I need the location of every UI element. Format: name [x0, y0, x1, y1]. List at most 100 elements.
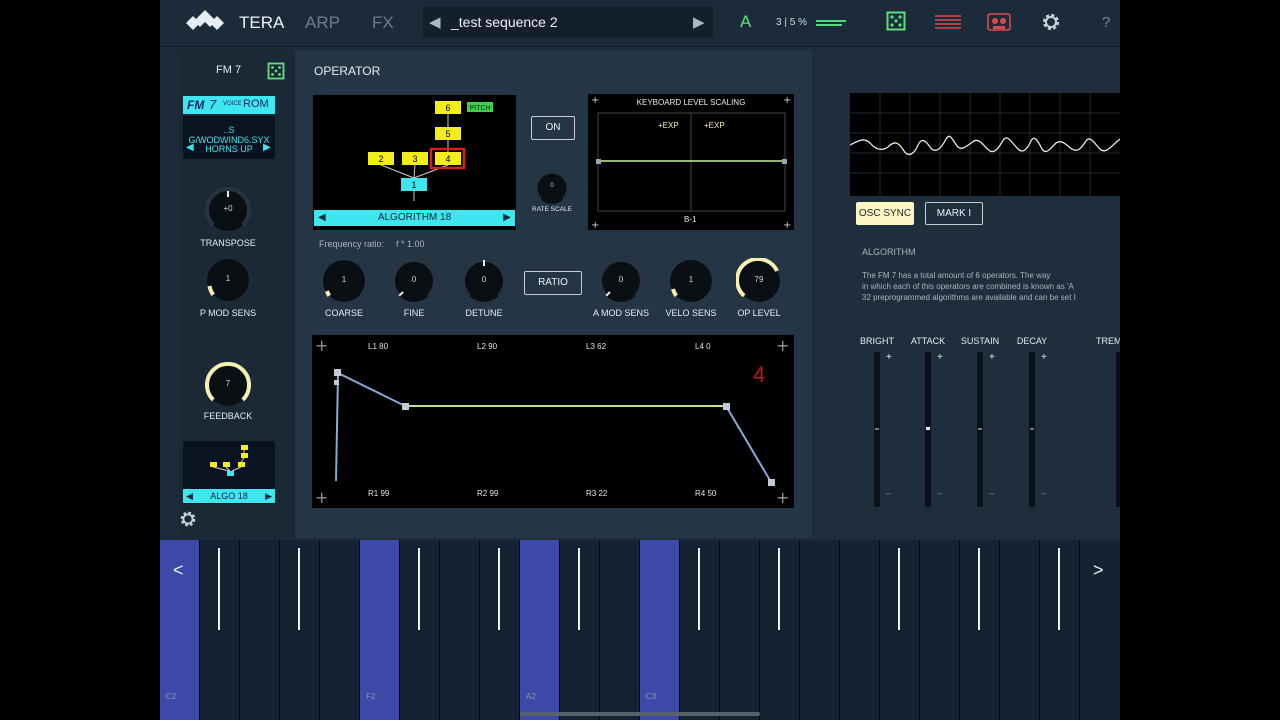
decay-label: DECAY — [1016, 336, 1048, 346]
algorithm-selector[interactable]: ◀ ALGORITHM 18 ▶ — [314, 210, 515, 226]
key-label-a2: A2 — [526, 692, 536, 701]
algo-next-icon[interactable]: ▶ — [265, 489, 272, 503]
app-name[interactable]: TERA — [239, 13, 284, 33]
operator-3: 3 — [412, 154, 417, 164]
op-level-knob[interactable]: 79 — [735, 257, 782, 304]
feedback-value: 7 — [225, 379, 231, 388]
osc-sync-button[interactable]: OSC SYNC — [856, 202, 914, 225]
key[interactable] — [1000, 540, 1040, 720]
tera-logo-icon[interactable] — [182, 8, 228, 38]
coarse-knob[interactable]: 1 — [321, 258, 367, 304]
velo-sens-knob[interactable]: 1 — [668, 258, 714, 304]
key[interactable] — [800, 540, 840, 720]
dice-icon[interactable] — [886, 11, 906, 31]
fine-knob[interactable]: 0 — [391, 257, 437, 304]
key[interactable]: F2 — [360, 540, 400, 720]
svg-text:+: + — [591, 95, 599, 106]
sequence-selector[interactable]: ◀ _test sequence 2 ▶ — [423, 7, 713, 38]
key[interactable] — [600, 540, 640, 720]
key[interactable] — [400, 540, 440, 720]
pmod-sens-knob[interactable]: 1 — [205, 257, 251, 303]
key[interactable] — [680, 540, 720, 720]
detune-knob[interactable]: 0 — [461, 257, 507, 304]
oscilloscope-wave — [849, 93, 1120, 196]
key[interactable] — [920, 540, 960, 720]
key[interactable] — [720, 540, 760, 720]
trem-fader[interactable] — [1116, 352, 1120, 507]
keyboard[interactable]: < C2 F2 A2 C3 > — [160, 540, 1120, 720]
ab-toggle[interactable]: A — [740, 12, 751, 32]
ratio-button[interactable]: RATIO — [524, 271, 582, 295]
key[interactable] — [480, 540, 520, 720]
preset-next-icon[interactable]: ▶ — [263, 142, 271, 153]
help-button[interactable]: ? — [1102, 14, 1110, 31]
key[interactable] — [280, 540, 320, 720]
key[interactable]: A2 — [520, 540, 560, 720]
lines-icon[interactable] — [935, 14, 961, 30]
env-rate-1: R1 99 — [368, 489, 390, 498]
key[interactable] — [440, 540, 480, 720]
preset-prev-icon[interactable]: ◀ — [186, 142, 194, 153]
decay-fader-thumb[interactable] — [1030, 428, 1034, 430]
engine-column: FM 7 FM 7 VOICE ROM ..S G/WODWIND6.SYX ◀… — [178, 50, 295, 538]
keyboard-level-scaling[interactable]: KEYBOARD LEVEL SCALING + + + + +EXP +EXP… — [588, 94, 794, 230]
key[interactable]: C3 — [640, 540, 680, 720]
key[interactable] — [760, 540, 800, 720]
algorithm-prev-icon[interactable]: ◀ — [318, 210, 326, 226]
bright-fader-thumb[interactable] — [875, 428, 879, 430]
dice-icon[interactable] — [267, 62, 285, 80]
algorithm-display: 6 PITCH 5 2 3 4 1 ◀ ALGORITHM 18 ▶ — [313, 95, 516, 230]
pmod-sens-value: 1 — [225, 274, 231, 283]
right-panel: OSC SYNC MARK I ALGORITHM The FM 7 has a… — [812, 50, 1120, 538]
env-level-2: L2 90 — [477, 342, 498, 351]
algo-mini-label: ALGO 18 — [210, 491, 248, 501]
key[interactable] — [840, 540, 880, 720]
gear-icon[interactable] — [178, 509, 198, 529]
attack-label: ATTACK — [910, 336, 946, 346]
env-level-1: L1 80 — [368, 342, 389, 351]
sustain-fader-thumb[interactable] — [978, 428, 982, 430]
frequency-ratio-label: Frequency ratio: — [319, 239, 385, 249]
algorithm-next-icon[interactable]: ▶ — [503, 210, 511, 226]
transpose-knob[interactable]: +0 — [205, 186, 251, 233]
envelope-editor[interactable]: + + + + L1 80 L2 90 L3 62 L4 0 R1 99 R2 … — [312, 335, 794, 508]
algo-mini-selector[interactable]: ◀ ALGO 18 ▶ — [183, 489, 275, 503]
key[interactable] — [200, 540, 240, 720]
attack-fader-thumb[interactable] — [926, 427, 930, 430]
info-line-3: 32 preprogrammed algorithms are availabl… — [862, 293, 1076, 302]
amod-sens-knob[interactable]: 0 — [598, 257, 644, 304]
key[interactable] — [560, 540, 600, 720]
sequence-name: _test sequence 2 — [451, 14, 558, 30]
feedback-knob[interactable]: 7 — [205, 361, 251, 408]
tape-icon[interactable] — [987, 12, 1011, 32]
key-marker — [498, 548, 500, 630]
kls-graph: + + + + — [591, 95, 791, 230]
tab-fx[interactable]: FX — [372, 13, 394, 33]
key[interactable] — [880, 540, 920, 720]
operator-title: OPERATOR — [314, 64, 381, 78]
algorithm-diagram: 6 PITCH 5 2 3 4 1 — [368, 101, 493, 201]
operator-on-button[interactable]: ON — [531, 116, 575, 140]
key[interactable]: > — [1080, 540, 1120, 720]
next-arrow-icon[interactable]: ▶ — [693, 13, 705, 31]
key[interactable] — [1040, 540, 1080, 720]
bright-plus: + — [886, 352, 892, 363]
amod-sens-label: A MOD SENS — [592, 308, 649, 318]
key-marker — [298, 548, 300, 630]
tab-arp[interactable]: ARP — [305, 13, 340, 33]
rate-scale-knob[interactable]: 0 — [534, 170, 570, 206]
kls-right-curve: +EXP — [704, 121, 725, 130]
algo-prev-icon[interactable]: ◀ — [186, 489, 193, 503]
key[interactable] — [960, 540, 1000, 720]
prev-arrow-icon[interactable]: ◀ — [429, 13, 441, 31]
key[interactable] — [320, 540, 360, 720]
op-level-label: OP LEVEL — [737, 308, 781, 318]
key[interactable] — [240, 540, 280, 720]
mark-button[interactable]: MARK I — [925, 202, 983, 225]
keyboard-scroll-left-icon[interactable]: < — [173, 560, 184, 581]
gear-icon[interactable] — [1040, 11, 1062, 33]
key[interactable]: < C2 — [160, 540, 200, 720]
svg-text:+: + — [776, 336, 789, 355]
keyboard-scroll-right-icon[interactable]: > — [1093, 560, 1104, 581]
preset-display: ..S G/WODWIND6.SYX ◀ HORNS UP ▶ — [183, 116, 275, 159]
